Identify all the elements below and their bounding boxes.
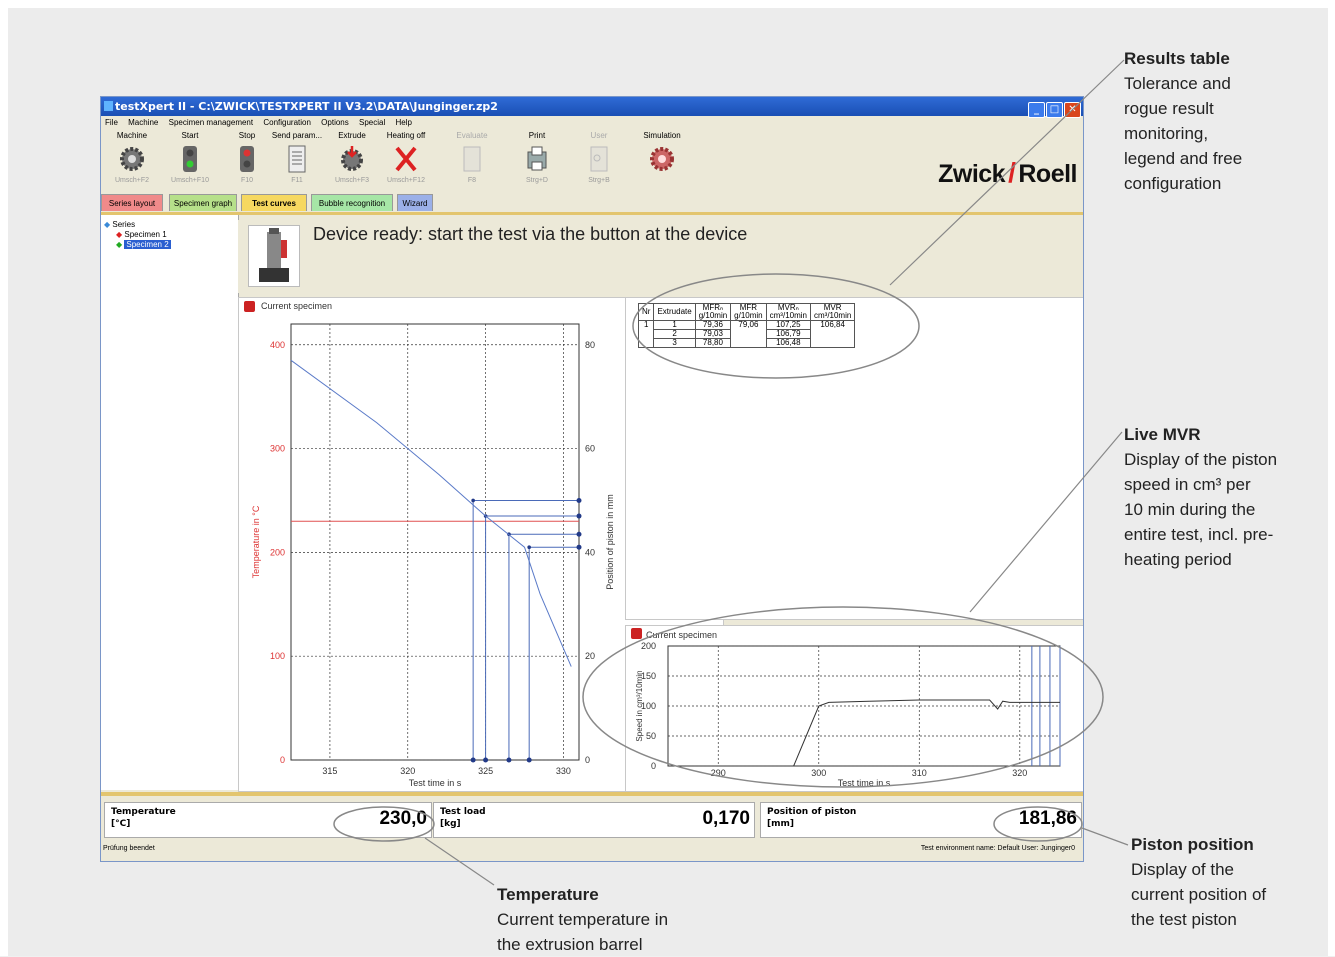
live-mvr-ellipse: [582, 606, 1104, 788]
piston-leader-line: [1081, 827, 1129, 846]
callout-piston-position: Piston position Display of the current p…: [1131, 835, 1267, 929]
temperature-ellipse: [333, 806, 435, 842]
temperature-leader-line: [424, 837, 495, 886]
callout-live-mvr: Live MVR Display of the piston speed in …: [1124, 425, 1278, 569]
results-leader-line: [889, 59, 1125, 286]
piston-ellipse: [993, 806, 1083, 842]
mvr-leader-line: [969, 431, 1123, 613]
callout-temperature: Temperature Current temperature in the e…: [497, 885, 669, 954]
callout-results-table: Results table Tolerance and rogue result…: [1124, 49, 1243, 193]
results-table-ellipse: [632, 273, 920, 379]
